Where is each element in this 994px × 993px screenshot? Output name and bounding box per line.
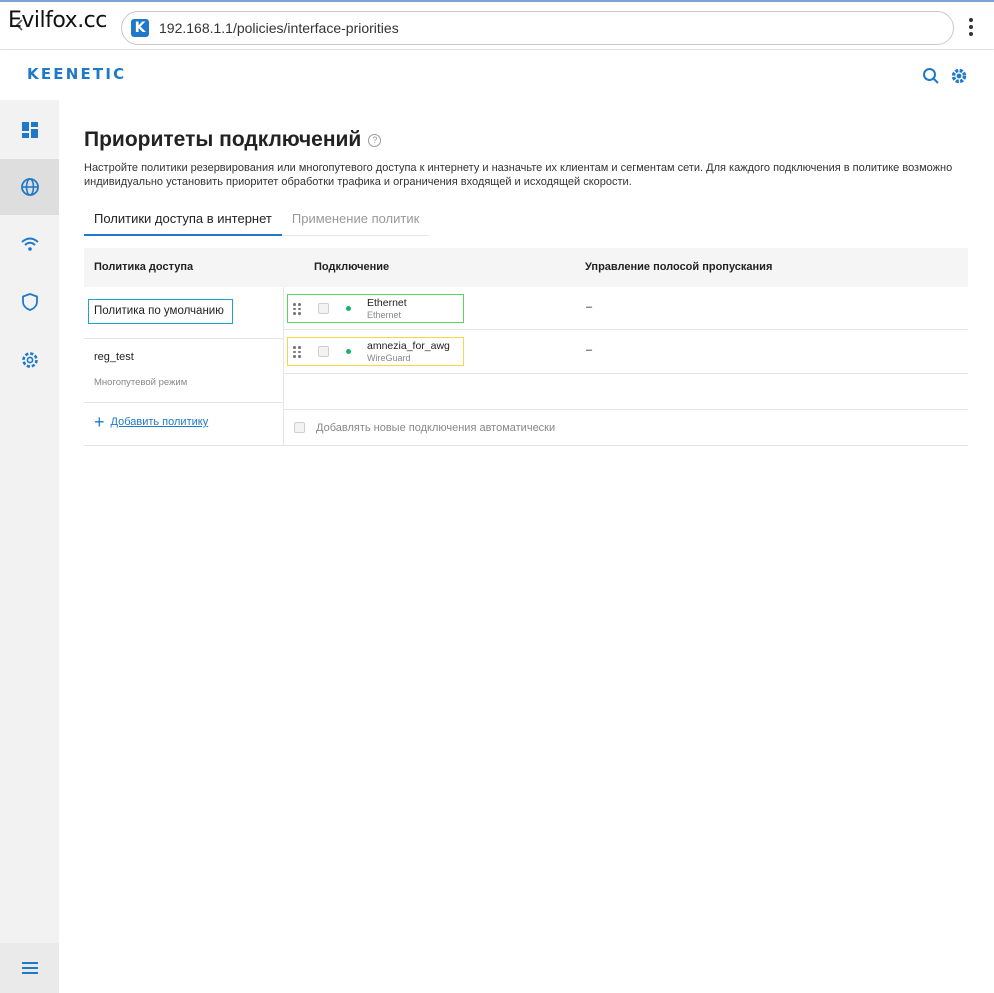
sidebar-menu-toggle[interactable] [0,943,59,993]
page-title: Приоритеты подключений [84,128,362,151]
page-description: Настройте политики резервирования или мн… [84,162,953,188]
sidebar-item-settings[interactable] [0,332,59,388]
settings-gear-icon [21,352,38,368]
policy-item-default[interactable]: Политика по умолчанию [84,287,284,339]
browser-menu-icon[interactable] [964,18,978,38]
auto-add-row: Добавлять новые подключения автоматическ… [284,410,968,446]
connection-name: amnezia_for_awg [367,340,450,352]
menu-icon [21,962,38,974]
watermark-text: Evilfox.cc [8,8,107,33]
header-connection: Подключение [314,261,390,273]
address-bar[interactable]: K 192.168.1.1/policies/interface-priorit… [121,11,954,45]
divider [84,402,284,403]
sidebar-item-internet[interactable] [0,159,59,215]
title-row: Приоритеты подключений ? [84,128,382,152]
globe-icon [20,178,39,196]
sidebar-item-security[interactable] [0,274,59,330]
connection-checkbox[interactable] [318,303,329,314]
connection-type: Ethernet [367,310,402,320]
sidebar [0,100,59,993]
app-header: KEENETIC [0,50,994,100]
connection-row-ethernet: Ethernet Ethernet – [284,287,968,330]
policy-mode: Многопутевой режим [94,377,188,388]
sidebar-item-wifi[interactable] [0,216,59,272]
main-content: Приоритеты подключений ? Настройте полит… [59,100,994,993]
bandwidth-value: – [586,301,593,313]
connection-type: WireGuard [367,353,411,363]
drag-handle-icon[interactable] [293,346,301,358]
connection-list: Ethernet Ethernet – amnezia_for_awg Wire… [284,287,968,446]
connection-checkbox[interactable] [318,346,329,357]
table-header: Политика доступа Подключение Управление … [84,248,968,287]
connection-item[interactable]: Ethernet Ethernet [287,294,464,323]
dashboard-icon [21,122,38,138]
header-policy: Политика доступа [94,261,194,273]
drag-handle-icon[interactable] [293,303,301,315]
policy-default-name[interactable]: Политика по умолчанию [88,299,233,324]
keenetic-logo[interactable]: KEENETIC [27,65,126,83]
gear-icon[interactable] [950,67,968,85]
auto-add-label: Добавлять новые подключения автоматическ… [316,422,556,434]
policy-name: reg_test [94,351,134,363]
status-dot [346,349,351,354]
add-policy-button[interactable]: + Добавить политику [94,412,209,432]
help-icon[interactable]: ? [368,133,382,147]
sidebar-item-dashboard[interactable] [0,102,59,158]
browser-toolbar: Evilfox.cc K 192.168.1.1/policies/interf… [0,0,994,50]
status-dot [346,306,351,311]
policy-list: Политика по умолчанию reg_test Многопуте… [84,287,284,446]
connection-row-amnezia: amnezia_for_awg WireGuard – [284,330,968,374]
keenetic-favicon-icon: K [131,19,149,37]
add-policy-link[interactable]: Добавить политику [111,416,209,428]
divider [84,445,284,446]
policies-table: Политика доступа Подключение Управление … [84,248,968,446]
policy-item-reg-test[interactable]: reg_test Многопутевой режим [84,339,284,401]
url-text[interactable]: 192.168.1.1/policies/interface-prioritie… [159,20,399,36]
auto-add-checkbox[interactable] [294,422,305,433]
bandwidth-value: – [586,344,593,356]
tab-policy-application[interactable]: Применение политик [282,206,429,235]
wifi-icon [20,237,39,251]
shield-icon [21,293,38,311]
tab-access-policies[interactable]: Политики доступа в интернет [84,206,282,236]
empty-row [284,374,968,410]
plus-icon: + [94,412,105,432]
connection-name: Ethernet [367,297,407,309]
header-bandwidth: Управление полосой пропускания [585,261,773,273]
tabs: Политики доступа в интернет Применение п… [84,206,430,236]
search-icon[interactable] [922,67,940,85]
connection-item[interactable]: amnezia_for_awg WireGuard [287,337,464,366]
